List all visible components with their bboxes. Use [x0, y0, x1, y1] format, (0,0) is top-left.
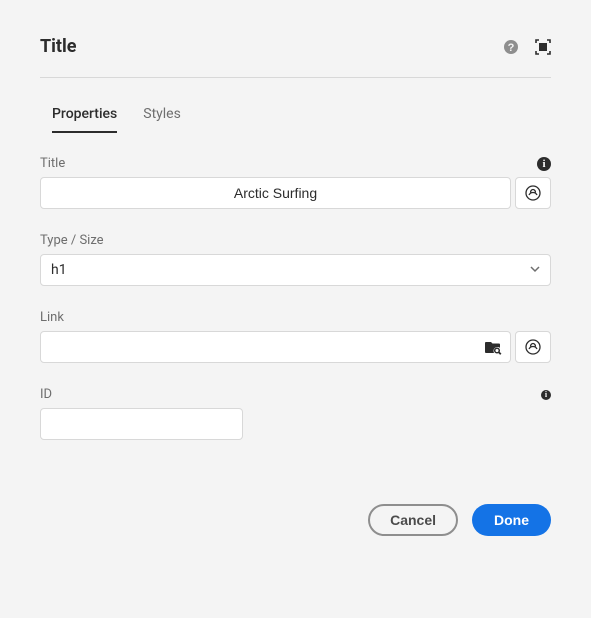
campaign-button-link[interactable]: [515, 331, 551, 363]
browse-icon[interactable]: [474, 332, 510, 362]
id-input[interactable]: [40, 408, 243, 440]
field-id: ID i: [40, 387, 551, 440]
cancel-button[interactable]: Cancel: [368, 504, 458, 536]
field-type-size: Type / Size h1: [40, 233, 551, 286]
svg-text:?: ?: [508, 42, 515, 54]
done-button[interactable]: Done: [472, 504, 551, 536]
chevron-down-icon: [530, 262, 540, 278]
fullscreen-icon[interactable]: [535, 39, 551, 55]
help-icon[interactable]: ?: [503, 39, 519, 55]
title-input[interactable]: [40, 177, 511, 209]
header-actions: ?: [503, 39, 551, 55]
type-size-value: h1: [51, 262, 530, 278]
dialog-header: Title ?: [40, 36, 551, 78]
type-size-label: Type / Size: [40, 233, 104, 248]
field-link: Link: [40, 310, 551, 363]
type-size-select[interactable]: h1: [40, 254, 551, 286]
title-dialog: Title ? Properties Styles Title i: [0, 0, 591, 566]
tab-properties[interactable]: Properties: [52, 100, 117, 132]
title-label: Title: [40, 156, 65, 171]
info-icon[interactable]: i: [537, 157, 551, 171]
id-label: ID: [40, 387, 52, 402]
campaign-button[interactable]: [515, 177, 551, 209]
dialog-footer: Cancel Done: [40, 504, 551, 536]
field-title: Title i: [40, 156, 551, 209]
link-label: Link: [40, 310, 64, 325]
dialog-title: Title: [40, 36, 503, 57]
tab-bar: Properties Styles: [40, 100, 551, 132]
tab-styles[interactable]: Styles: [143, 100, 181, 132]
info-icon[interactable]: i: [541, 390, 551, 400]
link-input[interactable]: [41, 339, 474, 355]
